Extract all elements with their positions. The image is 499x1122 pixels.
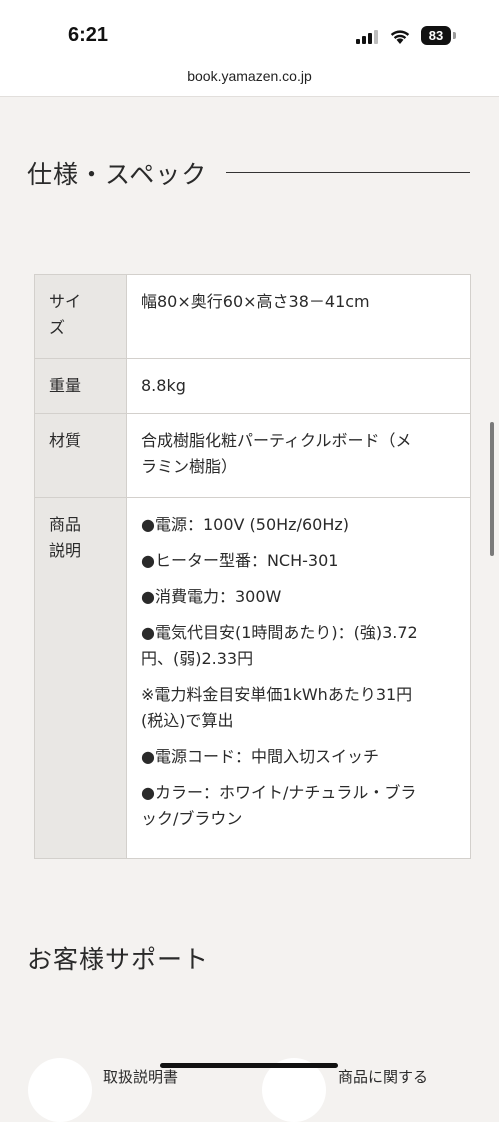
- spec-label-text: サイズ: [49, 292, 82, 337]
- spec-value-material: 合成樹脂化粧パーティクルボード（メ ラミン樹脂）: [126, 413, 471, 498]
- spec-value-line: ●ヒーター型番：NCH-301: [141, 551, 339, 570]
- spec-label-weight: 重量: [34, 358, 127, 414]
- spec-label-text: 重量: [49, 376, 82, 395]
- spec-value-line: 8.8kg: [141, 376, 186, 395]
- cellular-signal-icon: [356, 29, 380, 44]
- support-item-product-inquiry[interactable]: 商品に関する: [338, 1066, 428, 1087]
- spec-row-material: 材質 合成樹脂化粧パーティクルボード（メ ラミン樹脂）: [34, 413, 471, 498]
- wifi-icon: [390, 30, 410, 44]
- battery-icon: 83: [421, 26, 451, 45]
- spec-row-weight: 重量 8.8kg: [34, 358, 471, 414]
- home-indicator[interactable]: [160, 1063, 338, 1068]
- url-text[interactable]: book.yamazen.co.jp: [0, 68, 499, 84]
- spec-row-description: 商品 説明 ●電源：100V (50Hz/60Hz) ●ヒーター型番：NCH-30…: [34, 497, 471, 859]
- spec-value-line: ●電気代目安(1時間あたり)：(強)3.72 円、(弱)2.33円: [141, 623, 418, 668]
- spec-value-line: ●電源：100V (50Hz/60Hz): [141, 515, 349, 534]
- spec-value-line: ※電力料金目安単価1kWhあたり31円 (税込)で算出: [141, 685, 413, 730]
- support-item-manual[interactable]: 取扱説明書: [103, 1066, 178, 1087]
- spec-label-size: サイズ: [34, 274, 127, 359]
- spec-value-line: ●消費電力：300W: [141, 587, 282, 606]
- manual-icon[interactable]: [28, 1058, 92, 1122]
- spec-value-line: 合成樹脂化粧パーティクルボード（メ ラミン樹脂）: [141, 431, 412, 476]
- spec-row-size: サイズ 幅80×奥行60×高さ38－41cm: [34, 274, 471, 359]
- browser-address-bar[interactable]: book.yamazen.co.jp: [0, 60, 499, 97]
- spec-label-material: 材質: [34, 413, 127, 498]
- status-bar: 6:21 83: [0, 0, 499, 60]
- spec-value-line: 幅80×奥行60×高さ38－41cm: [141, 292, 370, 311]
- heading-divider: [226, 172, 470, 173]
- battery-tip: [453, 32, 456, 39]
- spec-value-description: ●電源：100V (50Hz/60Hz) ●ヒーター型番：NCH-301 ●消費…: [126, 497, 471, 859]
- spec-value-line: ●電源コード：中間入切スイッチ: [141, 747, 379, 766]
- spec-label-text: 材質: [49, 431, 82, 450]
- spec-label-description: 商品 説明: [34, 497, 127, 859]
- spec-section-heading: 仕様・スペック: [27, 160, 208, 189]
- spec-value-weight: 8.8kg: [126, 358, 471, 414]
- support-section-heading: お客様サポート: [27, 945, 210, 974]
- status-time: 6:21: [68, 24, 109, 46]
- spec-label-text: 商品 説明: [49, 515, 82, 560]
- scrollbar-thumb[interactable]: [490, 422, 494, 556]
- spec-table: サイズ 幅80×奥行60×高さ38－41cm 重量 8.8kg 材質 合成樹脂化…: [34, 274, 471, 859]
- spec-value-line: ●カラー：ホワイト/ナチュラル・ブラ ック/ブラウン: [141, 783, 417, 828]
- spec-value-size: 幅80×奥行60×高さ38－41cm: [126, 274, 471, 359]
